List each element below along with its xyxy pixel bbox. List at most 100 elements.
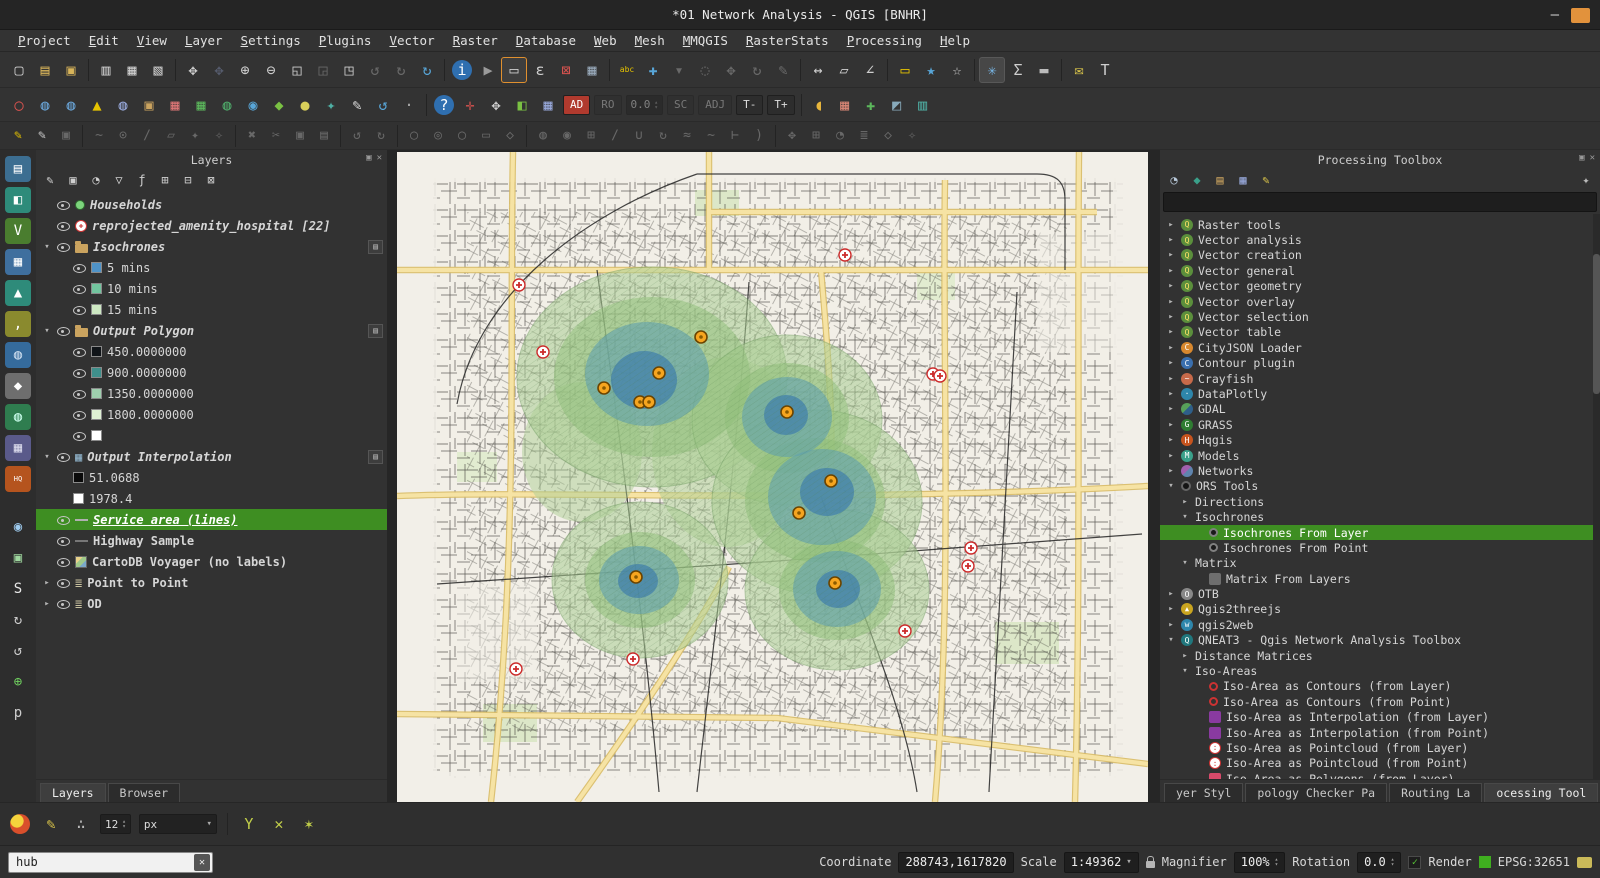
proc-item-qgis2web[interactable]: ▸wqgis2web — [1160, 617, 1600, 632]
deselect-features-icon[interactable]: ⊠ — [553, 57, 579, 83]
crosshair-icon[interactable]: ✛ — [457, 92, 483, 118]
coordinate-input[interactable]: 288743,1617820 — [898, 852, 1013, 873]
add-label-icon[interactable]: ✚ — [640, 57, 666, 83]
print-layout-icon[interactable]: ▥ — [93, 57, 119, 83]
menu-database[interactable]: Database — [508, 32, 584, 49]
adj-button[interactable]: ADJ — [698, 95, 732, 115]
visibility-eye-icon[interactable] — [57, 220, 70, 231]
size-spinbox[interactable]: 12▴▾ — [100, 814, 131, 834]
tree-arrow-icon[interactable]: ▸ — [42, 599, 52, 609]
tree-arrow-icon[interactable]: ▸ — [1166, 266, 1176, 276]
rotate-label-icon[interactable]: ↻ — [744, 57, 770, 83]
dock-close-icon[interactable]: ✕ — [377, 153, 382, 163]
visibility-eye-icon[interactable] — [57, 577, 70, 588]
collapse-all-icon[interactable]: ⊟ — [178, 171, 198, 189]
deselect-circle-icon[interactable]: ◯ — [6, 92, 32, 118]
copy-move-icon[interactable]: ⊞ — [804, 125, 828, 147]
processing-options-icon[interactable]: ✦ — [1576, 171, 1596, 189]
visibility-eye-icon[interactable] — [57, 535, 70, 546]
tree-arrow-icon[interactable]: ▾ — [1180, 512, 1190, 522]
add-part-icon[interactable]: ⊞ — [579, 125, 603, 147]
help-icon[interactable]: ? — [434, 95, 454, 115]
tree-arrow-icon[interactable]: ▸ — [1166, 451, 1176, 461]
select-features-icon[interactable]: ▭ — [501, 57, 527, 83]
add-vector-layer-icon[interactable]: V — [5, 218, 31, 244]
measure-area-icon[interactable]: ▱ — [831, 57, 857, 83]
expression-filter-icon[interactable]: ƒ — [132, 171, 152, 189]
tree-arrow-icon[interactable]: ▸ — [1166, 358, 1176, 368]
proc-item-dataplotly[interactable]: ▸·DataPlotly — [1160, 386, 1600, 401]
tree-arrow-icon[interactable]: ▾ — [1166, 635, 1176, 645]
layer-row-5-mins[interactable]: 5 mins — [36, 257, 387, 278]
proc-item-networks[interactable]: ▸Networks — [1160, 463, 1600, 478]
layer-row-reprojected-amenity-hospital-22[interactable]: ✚reprojected_amenity_hospital [22] — [36, 215, 387, 236]
map-tips-icon[interactable]: ▭ — [892, 57, 918, 83]
menu-settings[interactable]: Settings — [233, 32, 309, 49]
identify-features-icon[interactable]: i — [452, 60, 472, 80]
ad-button[interactable]: AD — [563, 95, 590, 115]
visibility-eye-icon[interactable] — [57, 199, 70, 210]
processing-search-input[interactable] — [1163, 192, 1597, 212]
proc-item-isochrones[interactable]: ▾Isochrones — [1160, 509, 1600, 524]
add-mesh-layer-icon[interactable]: ▲ — [5, 280, 31, 306]
tree-arrow-icon[interactable]: ▸ — [1166, 404, 1176, 414]
zoom-to-selection-icon[interactable]: ◲ — [310, 57, 336, 83]
node-open-icon[interactable]: Y — [236, 811, 262, 837]
tree-arrow-icon[interactable]: ▸ — [1166, 312, 1176, 322]
delete-selected-icon[interactable]: ✖ — [240, 125, 264, 147]
layer-row-households[interactable]: Households — [36, 194, 387, 215]
proc-item-directions[interactable]: ▸Directions — [1160, 494, 1600, 509]
proc-item-iso-area-as-interpolation-from-layer[interactable]: Iso-Area as Interpolation (from Layer) — [1160, 710, 1600, 725]
locator-search-input[interactable]: hub ✕ — [8, 852, 213, 873]
statistics-icon[interactable]: Σ — [1005, 57, 1031, 83]
processing-edit-icon[interactable]: ✎ — [1256, 171, 1276, 189]
redo-icon[interactable]: ↻ — [369, 125, 393, 147]
proc-item-isochrones-from-layer[interactable]: Isochrones From Layer — [1160, 525, 1600, 540]
proc-item-vector-table[interactable]: ▸QVector table — [1160, 325, 1600, 340]
zoom-next-icon[interactable]: ↻ — [388, 57, 414, 83]
regular-polygon-icon[interactable]: ◇ — [498, 125, 522, 147]
tree-arrow-icon[interactable]: ▸ — [1180, 651, 1190, 661]
close-icon[interactable] — [1571, 8, 1590, 23]
visibility-eye-icon[interactable] — [73, 409, 86, 420]
split-layer-icon[interactable]: ◧ — [509, 92, 535, 118]
pan-to-selection-icon[interactable]: ✥ — [206, 57, 232, 83]
open-project-icon[interactable]: ▤ — [32, 57, 58, 83]
visibility-eye-icon[interactable] — [73, 283, 86, 294]
lock-scale-icon[interactable] — [1146, 861, 1155, 868]
media-plugin-icon[interactable]: ▣ — [5, 545, 31, 571]
save-project-icon[interactable]: ▣ — [58, 57, 84, 83]
proc-item-vector-selection[interactable]: ▸QVector selection — [1160, 309, 1600, 324]
symbol-swatch[interactable] — [73, 493, 84, 504]
web-globe-icon[interactable]: ◍ — [32, 92, 58, 118]
current-edits-icon[interactable]: ✎ — [6, 125, 30, 147]
pencil-up-icon[interactable]: ✎ — [344, 92, 370, 118]
zoom-in-icon[interactable]: ⊕ — [232, 57, 258, 83]
symbol-swatch[interactable] — [91, 388, 102, 399]
proc-item-matrix[interactable]: ▾Matrix — [1160, 556, 1600, 571]
dock-float-icon[interactable]: ▣ — [366, 153, 371, 163]
layer-filter-indicator[interactable]: ▤ — [368, 450, 383, 464]
proc-item-vector-geometry[interactable]: ▸QVector geometry — [1160, 279, 1600, 294]
mesh-grid-icon[interactable]: ▦ — [188, 92, 214, 118]
proc-item-contour-plugin[interactable]: ▸CContour plugin — [1160, 356, 1600, 371]
symbol-swatch[interactable] — [91, 346, 102, 357]
diamond-green-icon[interactable]: ◆ — [266, 92, 292, 118]
proc-item-iso-area-as-contours-from-layer[interactable]: Iso-Area as Contours (from Layer) — [1160, 679, 1600, 694]
dot-menu-icon[interactable]: · — [396, 92, 422, 118]
undo-blue-icon[interactable]: ↺ — [370, 92, 396, 118]
ellipse-icon[interactable]: ◯ — [450, 125, 474, 147]
zoom-full-icon[interactable]: ◱ — [284, 57, 310, 83]
tree-arrow-icon[interactable]: ▸ — [1166, 604, 1176, 614]
sc-button[interactable]: SC — [667, 95, 694, 115]
move-label-icon[interactable]: ✥ — [718, 57, 744, 83]
vertex-tool-icon[interactable]: ✧ — [207, 125, 231, 147]
layer-row-450-0000000[interactable]: 450.0000000 — [36, 341, 387, 362]
search-blue-icon[interactable]: ◉ — [240, 92, 266, 118]
visibility-eye-icon[interactable] — [73, 346, 86, 357]
layer-row-900-0000000[interactable]: 900.0000000 — [36, 362, 387, 383]
zoom-out-icon[interactable]: ⊖ — [258, 57, 284, 83]
visibility-eye-icon[interactable] — [57, 598, 70, 609]
labels-icon[interactable]: abc — [614, 57, 640, 83]
toolbox-menu-icon[interactable]: ▬ — [1031, 57, 1057, 83]
